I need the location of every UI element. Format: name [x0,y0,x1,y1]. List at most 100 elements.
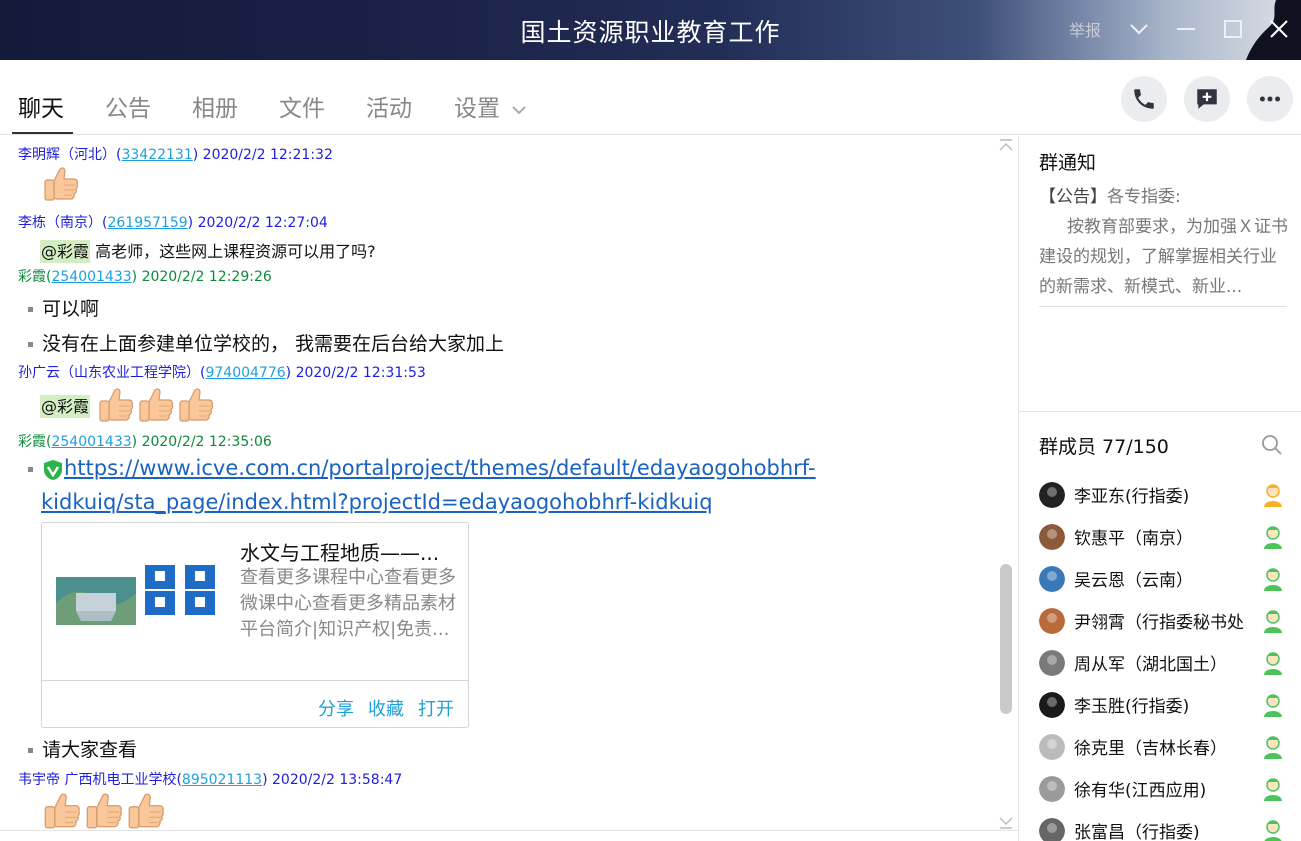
notice-label: 【公告】 [1039,187,1107,207]
scroll-top-icon[interactable] [996,138,1016,154]
member-name: 周从军（湖北国土） [1074,655,1227,675]
thumbs-up-icon [124,790,166,832]
message-time: 2020/2/2 13:58:47 [272,772,403,788]
message-text: 请大家查看 [42,739,138,761]
message-time: 2020/2/2 12:27:04 [197,215,328,231]
sender-qq-link[interactable]: 974004776 [205,365,285,381]
bullet-icon [28,342,33,347]
mention-tag[interactable]: @彩霞 [40,240,91,263]
more-dots-icon [1259,96,1281,102]
bullet-icon [28,748,33,753]
sender-name[interactable]: 韦宇帝 广西机电工业学校 [18,772,176,788]
member-item[interactable]: 吴云恩（云南） [1039,564,1299,594]
chat-scrollbar[interactable] [1000,564,1012,714]
tab-settings-label: 设置 [454,96,500,122]
message-body: @彩霞 [40,385,215,425]
message-header: 彩霞(254001433) 2020/2/2 12:29:26 [18,269,272,285]
avatar[interactable] [1039,650,1065,676]
thumbs-up-icon [175,385,215,425]
tab-activity[interactable]: 活动 [366,89,412,123]
avatar[interactable] [1039,692,1065,718]
sender-qq-link[interactable]: 33422131 [121,147,192,163]
sender-qq-link[interactable]: 254001433 [51,434,131,450]
tab-files[interactable]: 文件 [279,89,325,123]
sender-name[interactable]: 李栋（南京） [18,215,102,231]
member-item[interactable]: 李玉胜(行指委) [1039,690,1299,720]
avatar[interactable] [1039,608,1065,634]
sender-name[interactable]: 孙广云（山东农业工程学院） [18,365,200,381]
maximize-icon[interactable] [1218,14,1248,44]
member-name: 李玉胜(行指委) [1074,697,1190,717]
avatar[interactable] [1039,482,1065,508]
chat-divider [0,830,1018,831]
new-message-button[interactable] [1184,76,1230,122]
tab-chat[interactable]: 聊天 [18,89,64,123]
message-body [40,790,166,832]
member-item[interactable]: 徐有华(江西应用) [1039,774,1299,804]
message-header: 李明辉（河北）(33422131) 2020/2/2 12:21:32 [18,147,333,163]
member-badge-icon [1264,820,1282,841]
sender-qq-link[interactable]: 261957159 [107,215,187,231]
card-footer: 分享 收藏 打开 [42,680,468,727]
chevron-down-icon [512,105,527,114]
active-tab-indicator [12,132,73,134]
card-title: 水文与工程地质——... [240,541,440,565]
sender-name[interactable]: 李明辉（河北） [18,147,116,163]
search-icon[interactable] [1261,434,1283,456]
tab-bar: 聊天 公告 相册 文件 活动 设置 [0,60,1301,135]
card-share-button[interactable]: 分享 [318,695,354,721]
message-text: 可以啊 [42,298,100,320]
url-link[interactable]: https://www.icve.com.cn/portalproject/th… [64,456,816,480]
member-item[interactable]: 徐克里（吉林长春） [1039,732,1299,762]
avatar[interactable] [1039,818,1065,841]
member-item[interactable]: 尹翎霄（行指委秘书处 [1039,606,1299,636]
report-button[interactable]: 举报 [1069,17,1101,41]
sender-name[interactable]: 彩霞 [18,434,46,450]
message-text: 高老师，这些网上课程资源可以用了吗? [90,242,376,261]
group-notice-body[interactable]: 【公告】各专指委: 按教育部要求，为加强Ｘ证书建设的规划，了解掌握相关行业的新需… [1039,182,1291,302]
avatar[interactable] [1039,524,1065,550]
message-body: @彩霞 高老师，这些网上课程资源可以用了吗? [40,238,376,263]
member-item[interactable]: 李亚东(行指委) [1039,480,1299,510]
member-badge-icon [1264,778,1282,801]
avatar[interactable] [1039,566,1065,592]
chat-message-area[interactable]: 李明辉（河北）(33422131) 2020/2/2 12:21:32 李栋（南… [0,136,1018,841]
message-header: 彩霞(254001433) 2020/2/2 12:35:06 [18,434,272,450]
card-description: 查看更多课程中心查看更多微课中心查看更多精品素材平台简介|知识产权|免责... [240,567,456,640]
member-item[interactable]: 周从军（湖北国土） [1039,648,1299,678]
member-name: 吴云恩（云南） [1074,571,1193,591]
link-preview-card[interactable]: 水文与工程地质——... 查看更多课程中心查看更多微课中心查看更多精品素材平台简… [41,522,469,728]
chat-add-icon [1197,89,1217,109]
avatar[interactable] [1039,776,1065,802]
thumbs-up-icon [95,385,135,425]
title-bar: 国土资源职业教育工作 举报 [0,0,1301,60]
card-favorite-button[interactable]: 收藏 [368,695,404,721]
member-item[interactable]: 钦惠平（南京） [1039,522,1299,552]
sender-qq-link[interactable]: 895021113 [182,772,262,788]
tab-announcement[interactable]: 公告 [105,89,151,123]
sender-qq-link[interactable]: 254001433 [51,269,131,285]
notice-head: 各专指委: [1107,187,1181,207]
member-badge-icon [1264,736,1282,759]
scroll-bottom-icon[interactable] [996,814,1016,830]
phone-icon [1134,89,1154,109]
minimize-icon[interactable] [1171,14,1201,44]
chevron-down-icon[interactable] [1124,14,1154,44]
tab-settings[interactable]: 设置 [454,89,527,123]
member-name: 李亚东(行指委) [1074,487,1190,507]
mention-tag[interactable]: @彩霞 [40,395,91,418]
panel-divider [1019,411,1301,412]
member-item[interactable]: 张富昌（行指委) [1039,816,1299,841]
voice-call-button[interactable] [1121,76,1167,122]
message-time: 2020/2/2 12:31:53 [295,365,426,381]
url-link[interactable]: kidkuiq/sta_page/index.html?projectId=ed… [41,490,713,514]
avatar[interactable] [1039,734,1065,760]
sender-name[interactable]: 彩霞 [18,269,46,285]
tab-album[interactable]: 相册 [192,89,238,123]
close-icon[interactable] [1264,14,1294,44]
message-header: 韦宇帝 广西机电工业学校(895021113) 2020/2/2 13:58:4… [18,772,403,788]
message-header: 李栋（南京）(261957159) 2020/2/2 12:27:04 [18,215,328,231]
message-line: 请大家查看 [28,735,137,762]
more-options-button[interactable] [1247,76,1293,122]
card-open-button[interactable]: 打开 [418,695,454,721]
